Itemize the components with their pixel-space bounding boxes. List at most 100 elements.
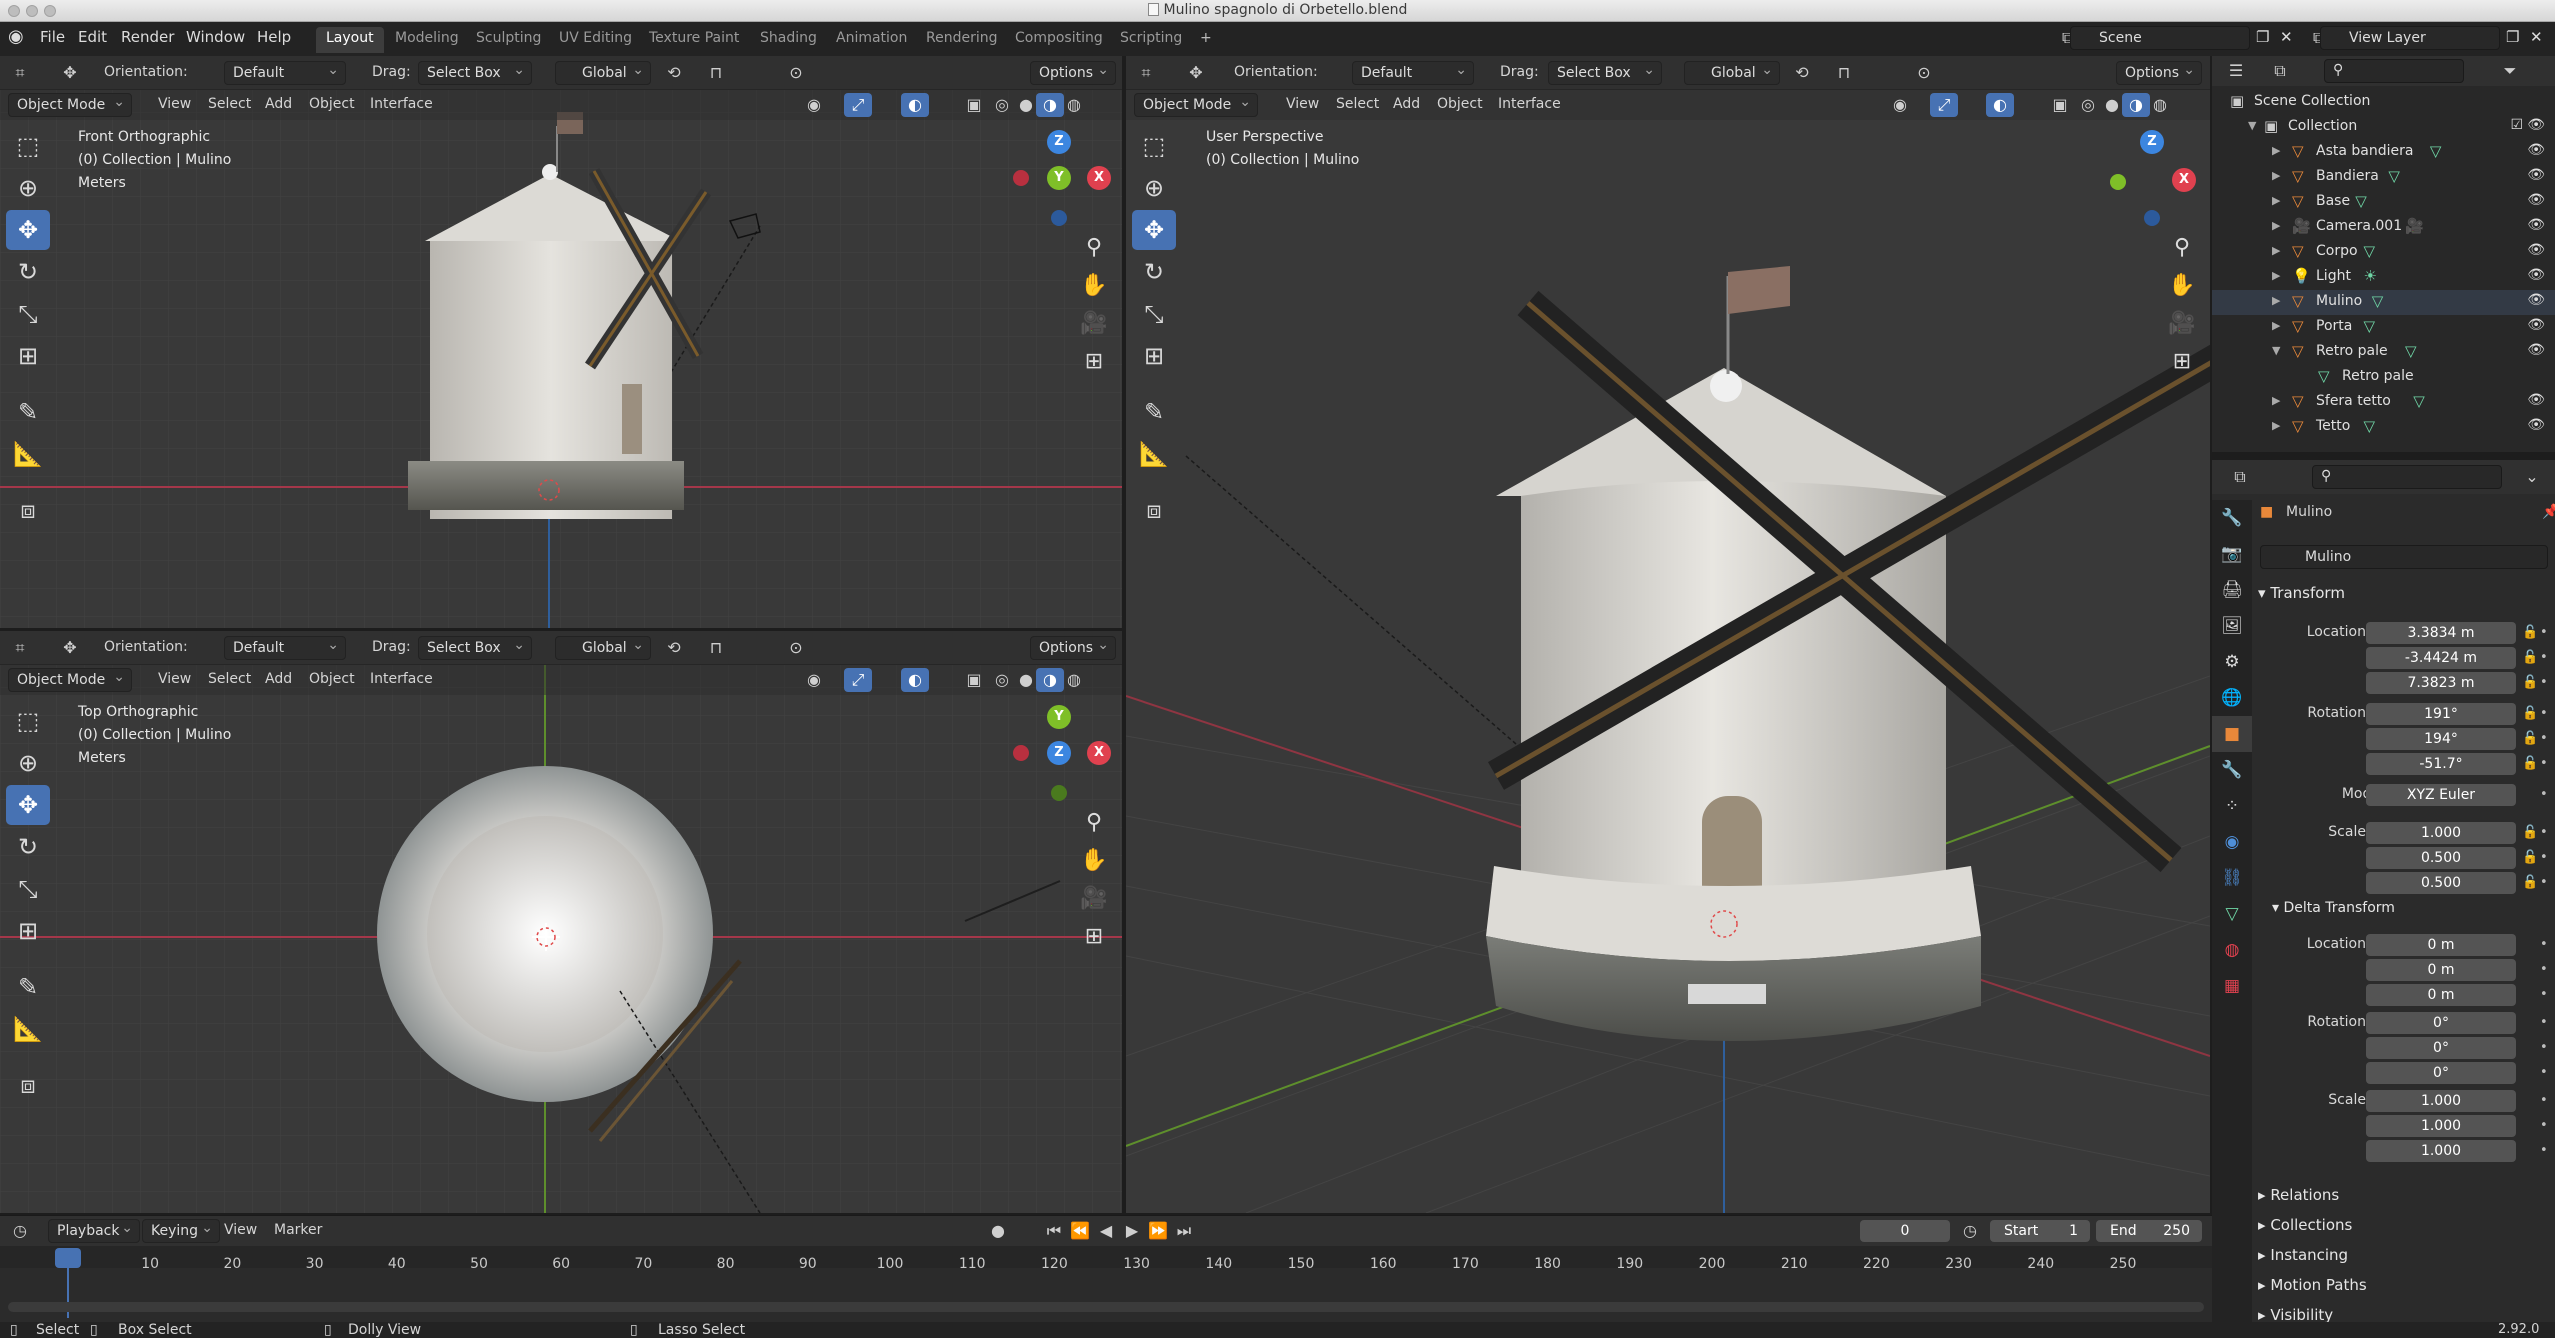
orientation-dropdown[interactable]: Default bbox=[224, 636, 346, 660]
eye-icon[interactable]: 👁 bbox=[2527, 117, 2545, 133]
scale-z-field[interactable]: 0.500 bbox=[2366, 872, 2516, 894]
transform-pivot-icon[interactable]: ✥ bbox=[56, 636, 84, 660]
rendered-shading-icon[interactable]: ◍ bbox=[2146, 93, 2174, 117]
eye-icon[interactable]: 👁 bbox=[2527, 342, 2545, 358]
add-cube-tool-icon[interactable]: ⧈ bbox=[6, 1065, 50, 1105]
expand-arrow-icon[interactable]: ▶ bbox=[2272, 394, 2280, 407]
overlay-toggle-icon[interactable]: ◐ bbox=[901, 668, 929, 692]
pan-hand-icon[interactable]: ✋ bbox=[2164, 268, 2200, 304]
object-tab-icon[interactable]: ■ bbox=[2212, 716, 2252, 752]
clock-icon[interactable]: ◷ bbox=[6, 1219, 34, 1243]
keyframe-dot-icon[interactable]: • bbox=[2540, 625, 2548, 640]
expand-arrow-icon[interactable]: ▶ bbox=[2272, 269, 2280, 282]
add-workspace-button[interactable]: + bbox=[1190, 27, 1222, 53]
transform-tool-icon[interactable]: ⊞ bbox=[6, 336, 50, 376]
texture-tab-icon[interactable]: ▦ bbox=[2212, 968, 2252, 1004]
view-menu[interactable]: View bbox=[1286, 96, 1319, 112]
view-menu[interactable]: View bbox=[158, 671, 191, 687]
gizmo-x-axis[interactable]: X bbox=[1087, 166, 1111, 190]
view-layer-tab-icon[interactable]: 🖼 bbox=[2212, 608, 2252, 644]
camera-view-icon[interactable]: 🎥 bbox=[1076, 306, 1112, 342]
snap-icon[interactable]: ⊓ bbox=[1830, 61, 1858, 85]
particles-tab-icon[interactable]: ⁘ bbox=[2212, 788, 2252, 824]
outliner-item[interactable]: ▶ ▽ Corpo ▽ 👁 bbox=[2212, 240, 2555, 265]
outliner-item[interactable]: ▽ Retro pale bbox=[2212, 365, 2555, 390]
object-data-icon[interactable]: ▽ bbox=[2364, 417, 2376, 435]
select-menu[interactable]: Select bbox=[1336, 96, 1379, 112]
options-dropdown[interactable]: Options bbox=[1030, 636, 1116, 660]
object-data-icon[interactable]: ▽ bbox=[2364, 317, 2376, 335]
view-layer-selector[interactable]: View Layer bbox=[2320, 26, 2500, 50]
lock-icon[interactable]: 🔓 bbox=[2522, 650, 2538, 665]
camera-view-icon[interactable]: 🎥 bbox=[2164, 306, 2200, 342]
zoom-icon[interactable]: ⚲ bbox=[1076, 230, 1112, 266]
outliner-item[interactable]: ▶ ▽ Mulino ▽ 👁 bbox=[2212, 290, 2555, 315]
new-scene-icon[interactable]: ❐ bbox=[2256, 28, 2269, 46]
new-view-layer-icon[interactable]: ❐ bbox=[2506, 28, 2519, 46]
modifier-tab-icon[interactable]: 🔧 bbox=[2212, 752, 2252, 788]
outliner-search-input[interactable]: ⚲ bbox=[2324, 59, 2464, 83]
transform-space-dropdown[interactable]: Global bbox=[555, 61, 651, 85]
outliner-item[interactable]: ▶ ▽ Asta bandiera ▽ 👁 bbox=[2212, 140, 2555, 165]
constraints-tab-icon[interactable]: ⛓ bbox=[2212, 860, 2252, 896]
add-cube-tool-icon[interactable]: ⧈ bbox=[6, 490, 50, 530]
lock-icon[interactable]: 🔓 bbox=[2522, 731, 2538, 746]
expand-arrow-icon[interactable]: ▶ bbox=[2272, 194, 2280, 207]
outliner-item[interactable]: ▶ 💡 Light ☀ 👁 bbox=[2212, 265, 2555, 290]
expand-arrow-icon[interactable]: ▶ bbox=[2272, 244, 2280, 257]
tab-texture-paint[interactable]: Texture Paint bbox=[639, 27, 749, 53]
xray-icon[interactable]: ▣ bbox=[2046, 93, 2074, 117]
view-menu[interactable]: View bbox=[224, 1222, 257, 1238]
keying-menu[interactable]: Keying bbox=[142, 1219, 220, 1243]
section-instancing[interactable]: ▸ Instancing bbox=[2258, 1246, 2348, 1264]
blender-logo-icon[interactable]: ◉ bbox=[8, 26, 24, 47]
gizmo-x-axis[interactable]: X bbox=[2172, 168, 2196, 192]
gizmo-y-axis[interactable] bbox=[2110, 174, 2126, 190]
view-menu[interactable]: View bbox=[158, 96, 191, 112]
drag-dropdown[interactable]: Select Box bbox=[418, 61, 532, 85]
location-y-field[interactable]: -3.4424 m bbox=[2366, 647, 2516, 669]
menu-help[interactable]: Help bbox=[257, 28, 291, 46]
move-tool-icon[interactable]: ✥ bbox=[6, 210, 50, 250]
editor-type-icon[interactable]: ⌗ bbox=[6, 61, 34, 85]
object-data-icon[interactable]: ▽ bbox=[2388, 167, 2400, 185]
perspective-toggle-icon[interactable]: ⊞ bbox=[2164, 344, 2200, 380]
editor-type-icon[interactable]: ⧉ bbox=[2226, 465, 2254, 489]
object-name-field[interactable]: Mulino bbox=[2260, 545, 2548, 569]
rendered-shading-icon[interactable]: ◍ bbox=[1060, 93, 1088, 117]
gizmo-toggle-icon[interactable]: ⤢ bbox=[844, 668, 872, 692]
keyframe-dot-icon[interactable]: • bbox=[2540, 756, 2548, 771]
menu-file[interactable]: File bbox=[40, 28, 65, 46]
object-data-icon[interactable]: ☀ bbox=[2364, 267, 2377, 285]
scale-tool-icon[interactable]: ⤡ bbox=[1132, 294, 1176, 334]
lock-icon[interactable]: 🔓 bbox=[2522, 625, 2538, 640]
lock-icon[interactable]: 🔓 bbox=[2522, 875, 2538, 890]
proportional-edit-icon[interactable]: ⊙ bbox=[782, 636, 810, 660]
object-data-icon[interactable]: ▽ bbox=[2405, 342, 2417, 360]
visibility-icon[interactable]: ◉ bbox=[800, 668, 828, 692]
play-reverse-icon[interactable]: ◀ bbox=[1092, 1219, 1120, 1243]
menu-render[interactable]: Render bbox=[121, 28, 174, 46]
expand-arrow-icon[interactable]: ▶ bbox=[2272, 219, 2280, 232]
world-tab-icon[interactable]: 🌐 bbox=[2212, 680, 2252, 716]
outliner-item[interactable]: ▶ ▽ Sfera tetto ▽ 👁 bbox=[2212, 390, 2555, 415]
mode-dropdown[interactable]: Object Mode bbox=[1134, 93, 1258, 117]
visibility-icon[interactable]: ◉ bbox=[800, 93, 828, 117]
record-icon[interactable]: ● bbox=[984, 1219, 1012, 1243]
data-tab-icon[interactable]: ▽ bbox=[2212, 896, 2252, 932]
interface-menu[interactable]: Interface bbox=[370, 96, 433, 112]
delta-transform-section-header[interactable]: ▾ Delta Transform bbox=[2272, 900, 2395, 916]
menu-window[interactable]: Window bbox=[186, 28, 245, 46]
mode-dropdown[interactable]: Object Mode bbox=[8, 93, 132, 117]
orientation-dropdown[interactable]: Default bbox=[1352, 61, 1474, 85]
eye-icon[interactable]: 👁 bbox=[2527, 217, 2545, 233]
options-dropdown[interactable]: Options bbox=[1030, 61, 1116, 85]
move-tool-icon[interactable]: ✥ bbox=[1132, 210, 1176, 250]
expand-arrow-icon[interactable]: ▶ bbox=[2272, 169, 2280, 182]
lock-icon[interactable]: 🔓 bbox=[2522, 675, 2538, 690]
timeline-scrollbar[interactable] bbox=[8, 1302, 2204, 1312]
outliner-item[interactable]: ▶ ▽ Base ▽ 👁 bbox=[2212, 190, 2555, 215]
keyframe-dot-icon[interactable]: • bbox=[2540, 962, 2548, 977]
tab-shading[interactable]: Shading bbox=[750, 27, 827, 53]
rotate-tool-icon[interactable]: ↻ bbox=[1132, 252, 1176, 292]
